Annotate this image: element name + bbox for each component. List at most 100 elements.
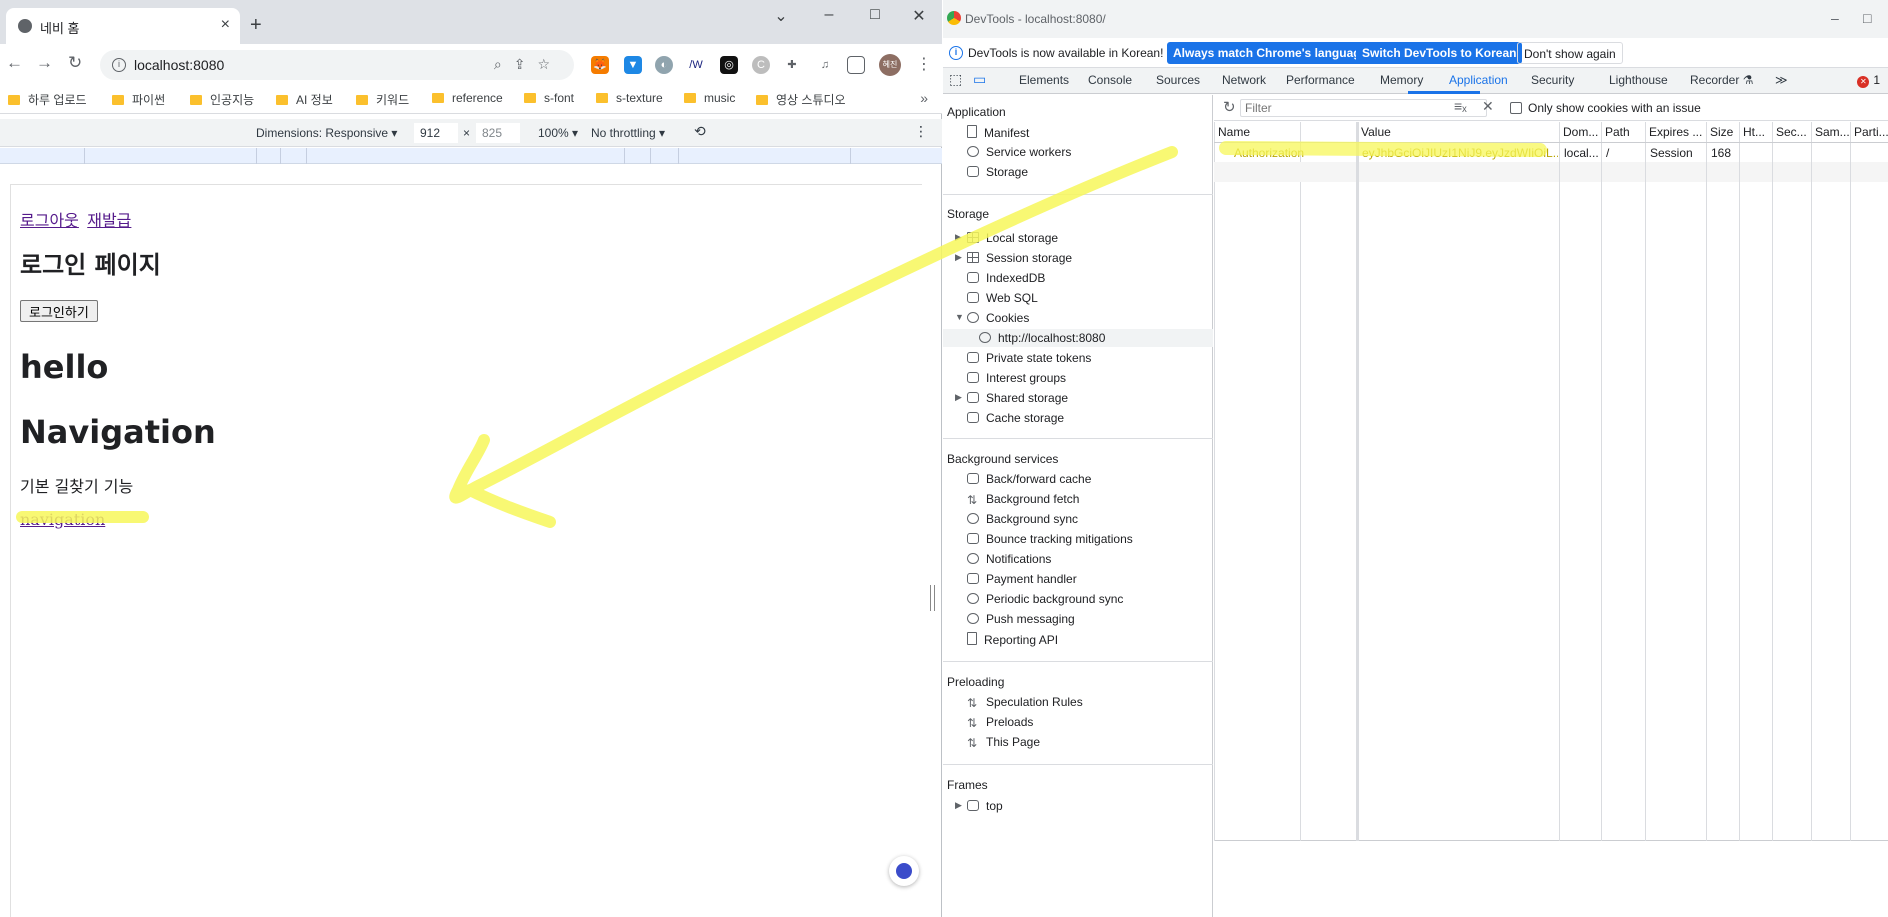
avatar[interactable]: 혜진 [879, 54, 901, 76]
column-header-domain[interactable]: Dom... [1559, 122, 1601, 142]
more-tabs-icon[interactable]: ≫ [1775, 73, 1788, 87]
tab-security[interactable]: Security [1531, 73, 1574, 87]
back-icon[interactable]: ← [6, 53, 23, 73]
cookie-value-cell[interactable]: eyJhbGciOiJIUzI1NiJ9.eyJzdWIiOiL... [1358, 146, 1558, 160]
viewport-height-input[interactable] [476, 123, 520, 143]
sidebar-item-manifest[interactable]: Manifest [967, 125, 1029, 140]
column-header-value[interactable]: Value [1357, 122, 1559, 142]
sidebar-item-storage[interactable]: Storage [967, 165, 1028, 179]
sidebar-item-reporting-api[interactable]: Reporting API [967, 632, 1058, 647]
more-bookmarks-icon[interactable]: » [920, 90, 928, 106]
bookmark-item[interactable]: 키워드 [356, 91, 409, 108]
inspect-element-icon[interactable]: ⬚ [949, 71, 962, 88]
expand-arrow-icon[interactable]: ▶ [955, 232, 962, 243]
navigation-link[interactable]: navigation [20, 510, 105, 529]
extension-icon[interactable]: C [752, 56, 770, 74]
collapse-arrow-icon[interactable]: ▼ [955, 312, 964, 322]
tab-sources[interactable]: Sources [1156, 73, 1200, 87]
tab-lighthouse[interactable]: Lighthouse [1609, 73, 1668, 87]
sidebar-item-service-workers[interactable]: Service workers [967, 145, 1071, 159]
device-toggle-icon[interactable]: ▭ [973, 71, 986, 88]
sidebar-item-cookie-origin[interactable]: http://localhost:8080 [979, 331, 1105, 345]
bookmark-item[interactable]: 인공지능 [190, 91, 254, 108]
throttling-dropdown[interactable]: No throttling ▾ [591, 126, 665, 140]
forward-icon[interactable]: → [36, 53, 53, 73]
media-query-ruler[interactable] [0, 148, 942, 164]
extension-icon[interactable]: /W [687, 56, 705, 74]
tab-elements[interactable]: Elements [1019, 73, 1069, 87]
sidebar-item-background-fetch[interactable]: Background fetch [967, 492, 1079, 506]
switch-to-korean-button[interactable]: Switch DevTools to Korean [1356, 42, 1523, 64]
bookmark-item[interactable]: AI 정보 [276, 91, 333, 108]
expand-arrow-icon[interactable]: ▶ [955, 252, 962, 263]
zoom-dropdown[interactable]: 100% ▾ [538, 126, 578, 140]
sidebar-item-interest-groups[interactable]: Interest groups [967, 371, 1066, 385]
column-header-name[interactable]: Name [1214, 122, 1357, 142]
viewport-width-input[interactable] [414, 123, 458, 143]
expand-arrow-icon[interactable]: ▶ [955, 392, 962, 403]
dont-show-again-button[interactable]: Don't show again [1517, 42, 1623, 64]
sidebar-item-notifications[interactable]: Notifications [967, 552, 1051, 566]
close-window-button[interactable]: ✕ [896, 6, 942, 26]
column-header-size[interactable]: Size [1706, 122, 1739, 142]
tab-performance[interactable]: Performance [1286, 73, 1355, 87]
close-tab-icon[interactable]: × [221, 16, 230, 34]
bookmark-item[interactable]: reference [432, 91, 503, 105]
minimize-button[interactable]: – [1831, 10, 1839, 26]
logout-link[interactable]: 로그아웃 [20, 211, 79, 230]
tab-network[interactable]: Network [1222, 73, 1266, 87]
sidebar-item-private-state-tokens[interactable]: Private state tokens [967, 351, 1091, 365]
address-bar[interactable]: i localhost:8080 ⌕⇪☆ [100, 50, 574, 80]
cookie-path-cell[interactable]: / [1602, 146, 1644, 160]
browser-tab[interactable]: 네비 홈 × [6, 8, 240, 44]
sidebar-item-session-storage[interactable]: ▶ Session storage [955, 251, 1072, 265]
tab-application[interactable]: Application [1449, 73, 1508, 87]
bookmark-item[interactable]: 영상 스튜디오 [756, 91, 846, 108]
sidebar-item-websql[interactable]: Web SQL [967, 291, 1038, 305]
column-header-path[interactable]: Path [1601, 122, 1645, 142]
tab-memory[interactable]: Memory [1380, 73, 1423, 87]
cookie-size-cell[interactable]: 168 [1707, 146, 1739, 160]
bookmark-item[interactable]: s-texture [596, 91, 663, 105]
viewport-resize-handle[interactable] [930, 585, 935, 611]
reload-icon[interactable]: ↻ [68, 53, 82, 73]
error-count-badge[interactable]: 1 [1857, 73, 1880, 88]
bookmark-item[interactable]: 하루 업로드 [8, 91, 87, 108]
reissue-link[interactable]: 재발급 [87, 211, 131, 230]
tab-recorder[interactable]: Recorder ⚗ [1690, 73, 1753, 87]
column-header-partition[interactable]: Parti... [1850, 122, 1888, 142]
sidebar-item-speculation-rules[interactable]: Speculation Rules [967, 695, 1083, 709]
column-header-secure[interactable]: Sec... [1772, 122, 1811, 142]
sidebar-item-payment-handler[interactable]: Payment handler [967, 572, 1077, 586]
dimensions-dropdown[interactable]: Dimensions: Responsive ▾ [256, 126, 397, 140]
cookie-name-cell[interactable]: Authorization [1230, 146, 1356, 160]
login-button[interactable]: 로그인하기 [20, 300, 98, 322]
tab-console[interactable]: Console [1088, 73, 1132, 87]
column-header-expires[interactable]: Expires ... [1645, 122, 1706, 142]
metamask-icon[interactable]: 🦊 [591, 56, 609, 74]
sidebar-item-shared-storage[interactable]: ▶ Shared storage [955, 391, 1068, 405]
maximize-button[interactable]: □ [852, 6, 898, 24]
omnibox-tools[interactable]: ⌕⇪☆ [494, 56, 562, 73]
clear-filtered-icon[interactable]: ≡ₓ [1454, 98, 1467, 114]
sidebar-item-push-messaging[interactable]: Push messaging [967, 612, 1075, 626]
puzzle-icon[interactable]: ✚ [783, 56, 801, 74]
sidebar-item-periodic-sync[interactable]: Periodic background sync [967, 592, 1123, 606]
rotate-icon[interactable]: ⟲ [694, 123, 706, 140]
bookmark-item[interactable]: music [684, 91, 735, 105]
sidebar-item-preloads[interactable]: Preloads [967, 715, 1033, 729]
extension-icon[interactable]: ◐ [655, 56, 673, 74]
media-icon[interactable]: ♫ [816, 56, 834, 74]
cookie-expires-cell[interactable]: Session [1646, 146, 1706, 160]
bookmark-item[interactable]: 파이썬 [112, 91, 165, 108]
sidebar-item-cache-storage[interactable]: Cache storage [967, 411, 1064, 425]
sidebar-item-this-page[interactable]: This Page [967, 735, 1040, 749]
maximize-button[interactable]: □ [1863, 10, 1871, 26]
column-header-httponly[interactable]: Ht... [1739, 122, 1772, 142]
cookie-filter-input[interactable] [1240, 99, 1487, 117]
sidebar-item-local-storage[interactable]: ▶ Local storage [955, 231, 1058, 245]
bookmark-item[interactable]: s-font [524, 91, 574, 105]
sidebar-item-bfcache[interactable]: Back/forward cache [967, 472, 1091, 486]
only-issues-checkbox[interactable] [1510, 102, 1522, 114]
sidebar-item-bounce-tracking[interactable]: Bounce tracking mitigations [967, 532, 1133, 546]
